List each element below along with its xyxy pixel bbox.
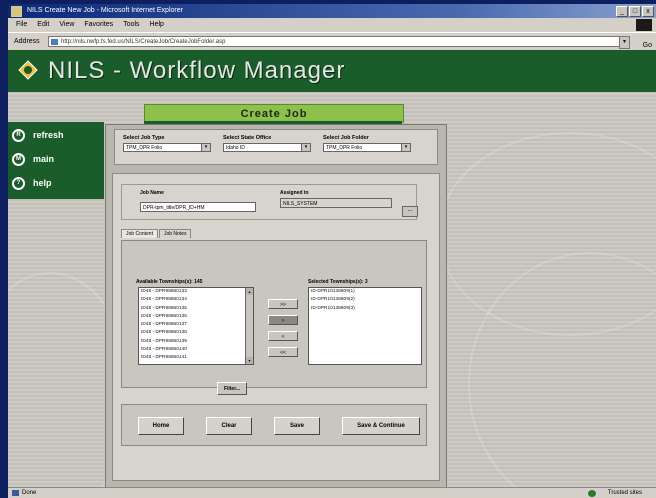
job-details-panel: Job Name DPR-tpm_title/DPR_ID+HM Assigne… <box>112 173 440 481</box>
help-icon: ? <box>12 176 25 190</box>
sidebar-item-refresh[interactable]: R refresh <box>12 125 64 145</box>
job-type-label: Select Job Type <box>123 135 165 141</box>
sidebar-item-label: main <box>33 154 55 164</box>
list-item[interactable]: ID48 - DPR98860137 <box>139 321 253 329</box>
page-icon <box>51 39 58 45</box>
available-listbox[interactable]: ID48 - DPR98860133 ID48 - DPR98860134 ID… <box>138 287 254 365</box>
windows-logo-icon <box>636 19 652 31</box>
sidebar-item-label: refresh <box>33 130 64 140</box>
available-label: Available Townships(s): 145 <box>136 279 203 285</box>
township-selection-panel: Available Townships(s): 145 ID48 - DPR98… <box>121 240 427 388</box>
job-folder-label: Select Job Folder <box>323 135 369 141</box>
sidebar-item-main[interactable]: M main <box>12 149 54 169</box>
menu-tools[interactable]: Tools <box>123 18 139 32</box>
job-name-label: Job Name <box>140 190 164 196</box>
menu-file[interactable]: File <box>16 18 27 32</box>
save-button[interactable]: Save <box>274 417 320 435</box>
status-bar: Done Trusted sites <box>8 487 656 498</box>
job-type-value: TPM_DPR Folio <box>126 145 163 151</box>
action-bar: Home Clear Save Save & Continue <box>121 404 427 446</box>
list-item[interactable]: ID48 - DPR98860139 <box>139 338 253 346</box>
job-type-group: Select Job Type TPM_DPR Folio ▾ <box>123 135 211 152</box>
nils-logo-icon <box>18 60 38 80</box>
state-office-label: Select State Office <box>223 135 272 141</box>
home-button[interactable]: Home <box>138 417 184 435</box>
job-folder-group: Select Job Folder TPM_DPR Folio ▾ <box>323 135 411 152</box>
title-bar: NILS Create New Job - Microsoft Internet… <box>8 4 656 18</box>
selector-row: Select Job Type TPM_DPR Folio ▾ Select S… <box>114 129 438 165</box>
list-item[interactable]: ID48 - DPR98860135 <box>139 305 253 313</box>
job-tabs: Job Content Job Notes <box>121 229 192 238</box>
address-bar: Address http://nils.nwfp.fs.fed.us/NILS/… <box>8 32 656 52</box>
page-body: Create Job R refresh M main ? help Selec… <box>8 92 656 498</box>
list-item[interactable]: ID48 - DPR98860136 <box>139 313 253 321</box>
assigned-to-value: NILS_SYSTEM <box>283 201 318 207</box>
address-dropdown-icon[interactable]: ▾ <box>619 36 630 49</box>
job-name-input[interactable]: DPR-tpm_title/DPR_ID+HM <box>140 202 256 212</box>
job-folder-value: TPM_DPR Folio <box>326 145 363 151</box>
ie-icon <box>11 6 22 17</box>
menu-bar: File Edit View Favorites Tools Help <box>8 18 656 32</box>
selected-label: Selected Townships(s): 3 <box>308 279 368 285</box>
menu-view[interactable]: View <box>59 18 74 32</box>
menu-help[interactable]: Help <box>150 18 164 32</box>
create-job-panel: Select Job Type TPM_DPR Folio ▾ Select S… <box>105 124 447 488</box>
chevron-down-icon: ▾ <box>301 144 310 151</box>
tab-job-content[interactable]: Job Content <box>121 229 158 238</box>
status-text: Done <box>22 490 37 496</box>
tab-job-notes[interactable]: Job Notes <box>158 229 192 238</box>
address-url: http://nils.nwfp.fs.fed.us/NILS/CreateJo… <box>61 39 226 45</box>
list-item[interactable]: ID48 - DPR98860138 <box>139 329 253 337</box>
window-title: NILS Create New Job - Microsoft Internet… <box>26 7 183 14</box>
zone-text: Trusted sites <box>607 490 642 496</box>
selected-listbox[interactable]: ID-DPR10138609(1) ID-DPR10138609(2) ID-D… <box>308 287 422 365</box>
filter-button[interactable]: Filter... <box>217 382 247 395</box>
move-right-button[interactable]: > <box>268 315 298 325</box>
job-type-select[interactable]: TPM_DPR Folio ▾ <box>123 143 211 152</box>
menu-edit[interactable]: Edit <box>37 18 49 32</box>
state-office-select[interactable]: Idaho ID ▾ <box>223 143 311 152</box>
sidebar-item-label: help <box>33 178 52 188</box>
list-item[interactable]: ID48 - DPR98860133 <box>139 288 253 296</box>
app-header: NILS - Workflow Manager <box>8 50 656 92</box>
list-item[interactable]: ID-DPR10138609(3) <box>309 305 421 313</box>
home-icon: M <box>12 152 25 166</box>
chevron-down-icon: ▾ <box>201 144 210 151</box>
maximize-button[interactable]: □ <box>629 6 641 17</box>
save-continue-button[interactable]: Save & Continue <box>342 417 420 435</box>
move-all-right-button[interactable]: >> <box>268 299 298 309</box>
job-folder-select[interactable]: TPM_DPR Folio ▾ <box>323 143 411 152</box>
clear-button[interactable]: Clear <box>206 417 252 435</box>
scroll-down-icon[interactable]: ▾ <box>246 357 253 364</box>
job-name-value: DPR-tpm_title/DPR_ID+HM <box>143 205 205 211</box>
list-item[interactable]: ID-DPR10138609(2) <box>309 296 421 304</box>
app-title: NILS - Workflow Manager <box>48 57 346 84</box>
move-left-button[interactable]: < <box>268 331 298 341</box>
browser-window: NILS Create New Job - Microsoft Internet… <box>8 4 656 498</box>
job-info-box: Job Name DPR-tpm_title/DPR_ID+HM Assigne… <box>121 184 418 220</box>
address-label: Address <box>14 38 40 45</box>
page-status-icon <box>12 490 19 496</box>
list-item[interactable]: ID-DPR10138609(1) <box>309 288 421 296</box>
assigned-to-field: NILS_SYSTEM <box>280 198 392 208</box>
close-button[interactable]: x <box>642 6 654 17</box>
scroll-up-icon[interactable]: ▴ <box>246 288 253 295</box>
trusted-zone-icon <box>588 490 596 497</box>
move-all-left-button[interactable]: << <box>268 347 298 357</box>
menu-favorites[interactable]: Favorites <box>84 18 113 32</box>
sidebar: R refresh M main ? help <box>8 122 104 199</box>
list-item[interactable]: ID48 - DPR98860134 <box>139 296 253 304</box>
sidebar-item-help[interactable]: ? help <box>12 173 52 193</box>
address-input[interactable]: http://nils.nwfp.fs.fed.us/NILS/CreateJo… <box>48 36 623 47</box>
state-office-group: Select State Office Idaho ID ▾ <box>223 135 311 152</box>
chevron-down-icon: ▾ <box>401 144 410 151</box>
browse-button[interactable]: ... <box>402 206 418 217</box>
assigned-to-label: Assigned to <box>280 190 309 196</box>
state-office-value: Idaho ID <box>226 145 245 151</box>
list-item[interactable]: ID48 - DPR98860141 <box>139 354 253 362</box>
list-item[interactable]: ID48 - DPR98860140 <box>139 346 253 354</box>
refresh-icon: R <box>12 128 25 142</box>
minimize-button[interactable]: _ <box>616 6 628 17</box>
available-scrollbar[interactable]: ▴ ▾ <box>245 288 253 364</box>
